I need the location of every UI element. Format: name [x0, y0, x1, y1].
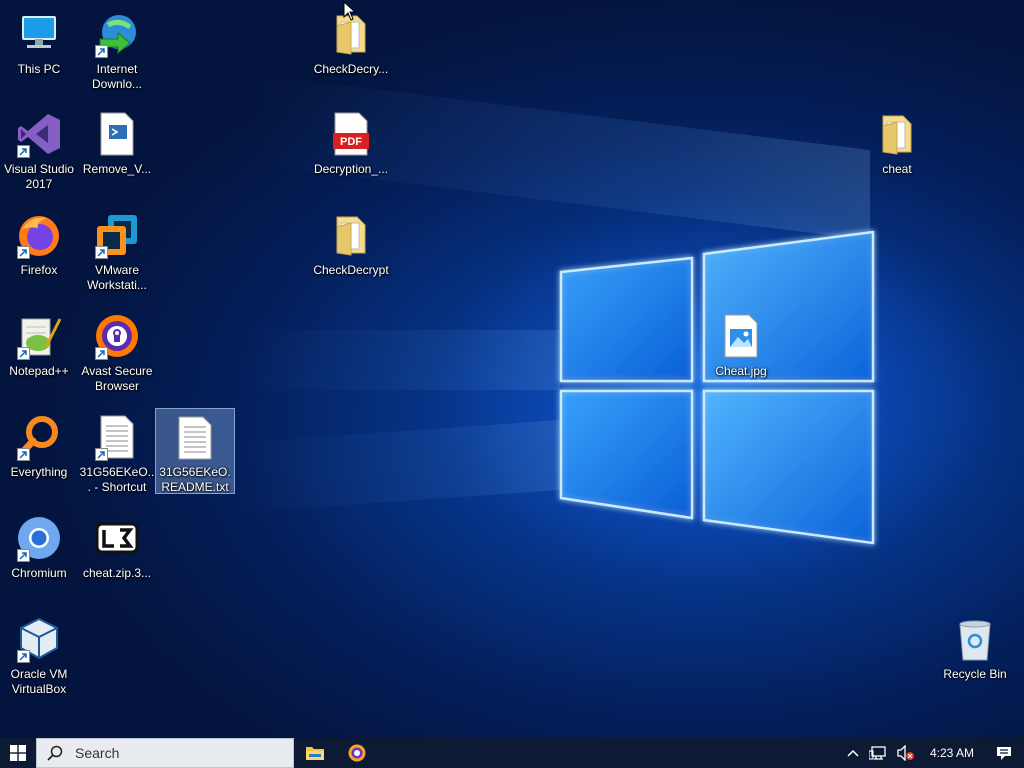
desktop-icon-remove-v[interactable]: Remove_V...	[78, 104, 156, 200]
pdf-icon: PDF	[327, 110, 375, 158]
everything-search-icon	[15, 413, 63, 461]
desktop-icon-avast-browser[interactable]: Avast Secure Browser	[78, 306, 156, 402]
icon-label: Recycle Bin	[943, 667, 1007, 681]
icon-label: CheckDecry...	[313, 62, 389, 76]
search-icon	[47, 745, 63, 761]
shortcut-arrow-icon	[17, 145, 30, 158]
desktop-icon-cheat-folder[interactable]: cheat	[858, 104, 936, 200]
start-button[interactable]	[0, 738, 36, 768]
text-document-icon	[93, 413, 141, 461]
icon-label: 31G56EKeO... - Shortcut	[79, 465, 155, 494]
desktop-icon-this-pc[interactable]: This PC	[0, 4, 78, 100]
visual-studio-icon	[15, 110, 63, 158]
desktop-icon-vmware[interactable]: VMware Workstati...	[78, 205, 156, 301]
desktop-icon-visual-studio[interactable]: Visual Studio 2017	[0, 104, 78, 200]
icon-label: Visual Studio 2017	[4, 162, 74, 191]
icon-label: 31G56EKeO.README.txt	[159, 465, 231, 494]
show-hidden-icons-button[interactable]	[842, 738, 864, 768]
network-status-button[interactable]	[864, 738, 892, 768]
icon-label: Avast Secure Browser	[81, 364, 153, 393]
chevron-up-icon	[847, 749, 859, 757]
computer-icon	[15, 10, 63, 58]
desktop-icon-cheat-jpg[interactable]: Cheat.jpg	[702, 306, 780, 402]
icon-label: This PC	[17, 62, 61, 76]
desktop-icon-everything[interactable]: Everything	[0, 407, 78, 503]
taskbar: Search 4:23 AM	[0, 738, 1024, 768]
shortcut-arrow-icon	[17, 347, 30, 360]
desktop-wallpaper[interactable]: This PC Internet Downlo... CheckDecry...	[0, 0, 1024, 738]
icon-label: VMware Workstati...	[87, 263, 147, 292]
desktop-icon-recycle-bin[interactable]: Recycle Bin	[936, 609, 1014, 705]
volume-muted-icon	[897, 745, 914, 761]
search-placeholder: Search	[75, 745, 120, 761]
archive-file-icon	[93, 514, 141, 562]
desktop-icon-readme-txt[interactable]: 31G56EKeO.README.txt	[155, 408, 235, 494]
shortcut-arrow-icon	[17, 549, 30, 562]
taskbar-chromium[interactable]	[336, 738, 378, 768]
taskbar-file-explorer[interactable]	[294, 738, 336, 768]
icon-label: Chromium	[11, 566, 67, 580]
icon-label: cheat	[882, 162, 912, 176]
system-tray: 4:23 AM	[842, 738, 1024, 768]
icon-label: Oracle VM VirtualBox	[10, 667, 68, 696]
shortcut-arrow-icon	[17, 448, 30, 461]
desktop-icon-cheat-zip[interactable]: cheat.zip.3...	[78, 508, 156, 604]
shortcut-arrow-icon	[17, 246, 30, 259]
svg-text:PDF: PDF	[340, 136, 362, 148]
icon-label: cheat.zip.3...	[82, 566, 152, 580]
volume-button[interactable]	[892, 738, 920, 768]
icon-label: Firefox	[20, 263, 58, 277]
notification-icon	[997, 746, 1011, 760]
shortcut-arrow-icon	[95, 448, 108, 461]
icon-label: Everything	[10, 465, 68, 479]
shortcut-arrow-icon	[17, 650, 30, 663]
notepadpp-icon	[15, 312, 63, 360]
network-icon	[868, 746, 886, 760]
clock[interactable]: 4:23 AM	[920, 738, 984, 768]
folder-icon	[327, 211, 375, 259]
desktop-icon-chromium[interactable]: Chromium	[0, 508, 78, 604]
idm-icon	[93, 10, 141, 58]
folder-icon	[306, 747, 324, 760]
chromium-icon	[15, 514, 63, 562]
windows-start-icon	[10, 745, 26, 761]
icon-label: Notepad++	[9, 364, 69, 378]
folder-icon	[873, 110, 921, 158]
desktop-icon-decryption-pdf[interactable]: PDF Decryption_...	[312, 104, 390, 200]
desktop-icon-internet-download-manager[interactable]: Internet Downlo...	[78, 4, 156, 100]
recycle-bin-icon	[951, 615, 999, 663]
icon-label: Decryption_...	[313, 162, 389, 176]
icon-label: Cheat.jpg	[715, 364, 767, 378]
desktop-icon-virtualbox[interactable]: Oracle VM VirtualBox	[0, 609, 78, 705]
shortcut-arrow-icon	[95, 246, 108, 259]
firefox-icon	[15, 211, 63, 259]
desktop-icon-checkdecrypt[interactable]: CheckDecrypt	[312, 205, 390, 301]
desktop-icon-readme-shortcut[interactable]: 31G56EKeO... - Shortcut	[78, 407, 156, 503]
shortcut-arrow-icon	[95, 347, 108, 360]
avast-browser-icon	[93, 312, 141, 360]
icon-label: Internet Downlo...	[91, 62, 143, 91]
taskbar-search-box[interactable]: Search	[36, 738, 294, 768]
vmware-icon	[93, 211, 141, 259]
desktop-icon-notepadpp[interactable]: Notepad++	[0, 306, 78, 402]
icon-label: Remove_V...	[82, 162, 152, 176]
script-file-icon	[93, 110, 141, 158]
text-document-icon	[171, 415, 219, 461]
desktop-icon-firefox[interactable]: Firefox	[0, 205, 78, 301]
chromium-icon	[348, 744, 366, 762]
mouse-pointer-icon	[343, 1, 357, 21]
icon-label: CheckDecrypt	[313, 263, 389, 277]
image-file-icon	[717, 312, 765, 360]
shortcut-arrow-icon	[95, 45, 108, 58]
virtualbox-icon	[15, 615, 63, 663]
action-center-button[interactable]	[984, 738, 1024, 768]
